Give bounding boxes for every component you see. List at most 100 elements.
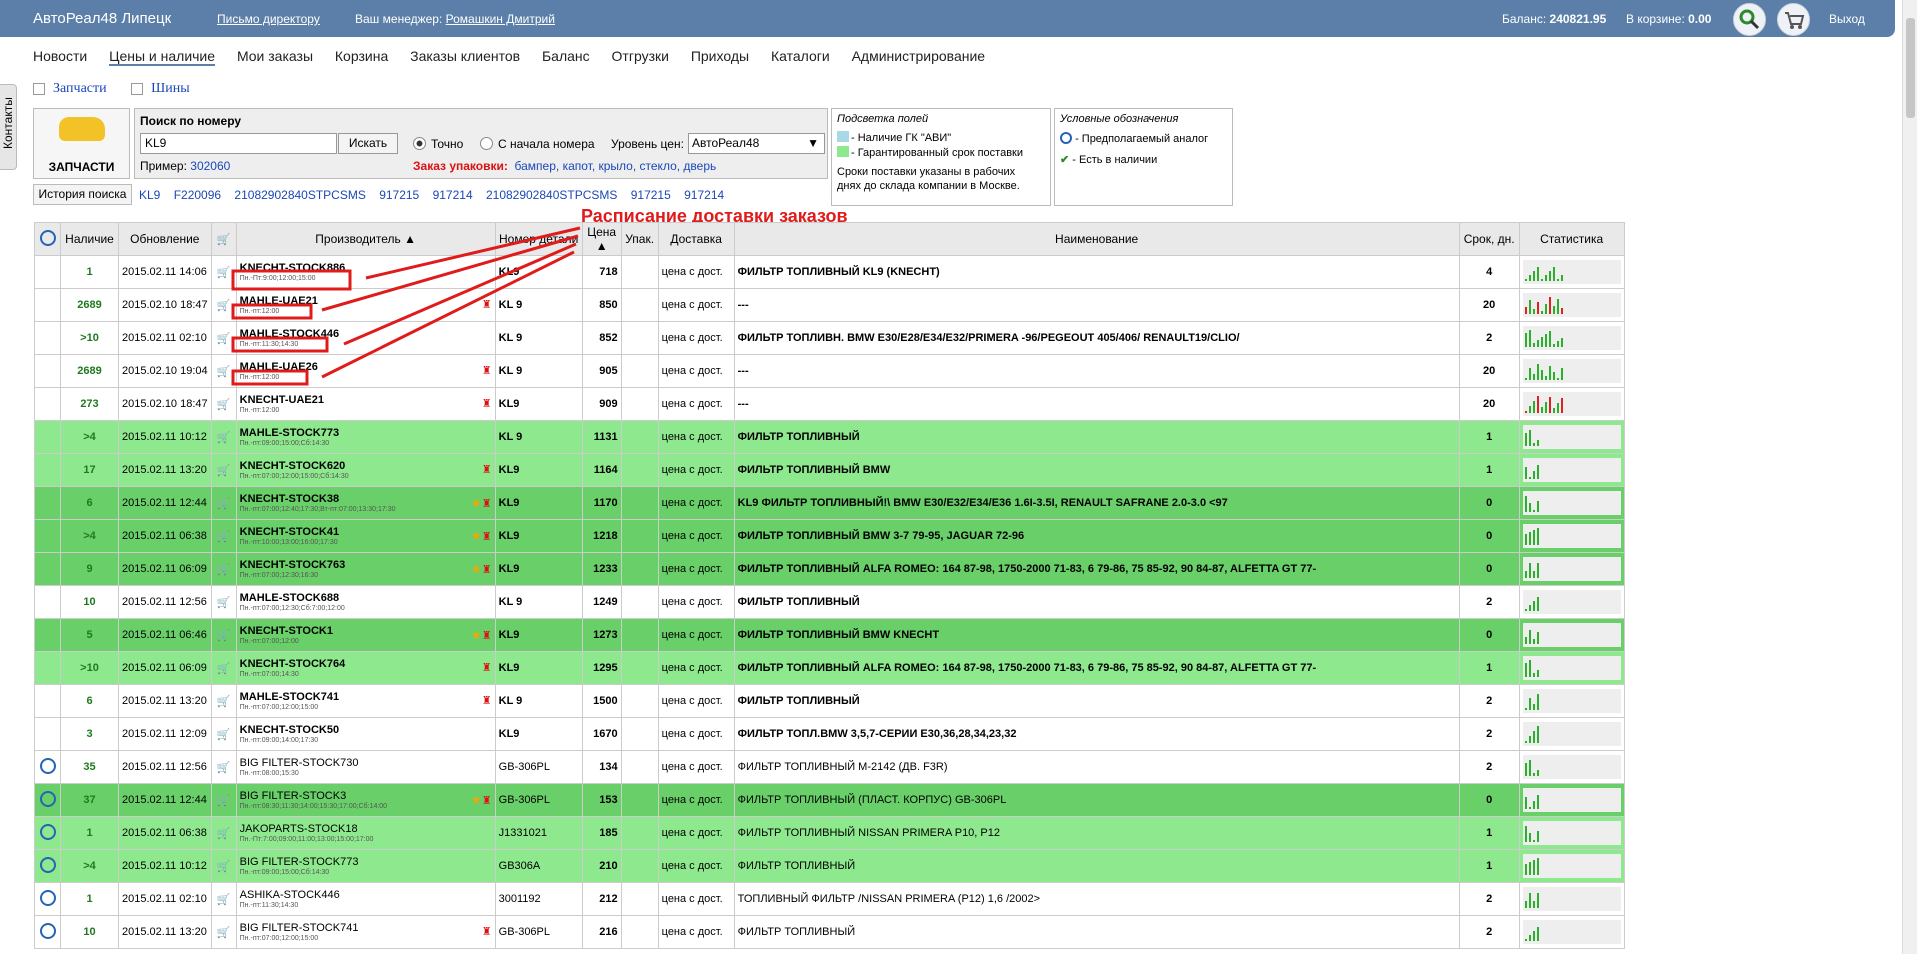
refresh-icon[interactable] (39, 790, 56, 807)
tab-parts[interactable]: Запчасти (53, 81, 107, 96)
cart-icon[interactable] (1777, 3, 1810, 36)
add-to-cart-icon[interactable]: 🛒 (217, 861, 231, 873)
tab-tires[interactable]: Шины (151, 81, 190, 96)
stats-cell[interactable] (1518, 486, 1625, 520)
stats-chart[interactable] (1522, 425, 1621, 449)
add-to-cart-icon[interactable]: 🛒 (217, 498, 231, 510)
cart-cell[interactable]: 🛒 (210, 849, 237, 883)
stats-cell[interactable] (1518, 585, 1625, 619)
table-row[interactable]: 35 2015.02.11 12:56 🛒 BIG FILTER-STOCK730 Пн… (34, 750, 1625, 784)
cart-cell[interactable]: 🛒 (210, 783, 237, 817)
parts-button[interactable]: ЗАПЧАСТИ (33, 108, 130, 179)
table-row[interactable]: 10 2015.02.11 12:56 🛒 MAHLE-STOCK688 Пн.-пт:… (34, 585, 1625, 619)
stats-cell[interactable] (1518, 684, 1625, 718)
add-to-cart-icon[interactable]: 🛒 (217, 828, 231, 840)
add-to-cart-icon[interactable]: 🛒 (217, 762, 231, 774)
refresh-header[interactable] (34, 222, 61, 256)
refresh-icon[interactable] (39, 823, 56, 840)
table-row[interactable]: 1 2015.02.11 02:10 🛒 ASHIKA-STOCK446 Пн.-пт:… (34, 882, 1625, 916)
history-item[interactable]: 917214 (684, 188, 724, 202)
add-to-cart-icon[interactable]: 🛒 (217, 465, 231, 477)
checkbox-icon[interactable] (33, 82, 45, 95)
stats-cell[interactable] (1518, 420, 1625, 454)
stats-chart[interactable] (1522, 557, 1621, 581)
stats-cell[interactable] (1518, 651, 1625, 685)
nav-client-orders[interactable]: Заказы клиентов (410, 48, 520, 64)
col-term[interactable]: Срок, дн. (1458, 222, 1520, 256)
stats-cell[interactable] (1518, 321, 1625, 355)
table-row[interactable]: 9 2015.02.11 06:09 🛒 ★♜ KNECHT-STOCK763 Пн.-п… (34, 552, 1625, 586)
cart-cell[interactable]: 🛒 (210, 618, 237, 652)
history-item[interactable]: 917215 (631, 188, 671, 202)
add-to-cart-icon[interactable]: 🛒 (217, 795, 231, 807)
package-links[interactable]: бампер, капот, крыло, стекло, дверь (515, 159, 717, 173)
refresh-icon[interactable] (39, 922, 56, 939)
col-delivery[interactable]: Доставка (657, 222, 735, 256)
table-row[interactable]: 6 2015.02.11 13:20 🛒 ♜ MAHLE-STOCK741 Пн.-пт:… (34, 684, 1625, 718)
director-letter-link[interactable]: Письмо директору (217, 12, 320, 26)
col-price[interactable]: Цена ▲ (581, 222, 622, 256)
cart-cell[interactable]: 🛒 (210, 288, 237, 322)
col-number[interactable]: Номер детали (494, 222, 583, 256)
stats-chart[interactable] (1522, 788, 1621, 812)
add-to-cart-icon[interactable]: 🛒 (217, 531, 231, 543)
col-stock[interactable]: Наличие (60, 222, 119, 256)
add-to-cart-icon[interactable]: 🛒 (217, 399, 231, 411)
table-row[interactable]: 6 2015.02.11 12:44 🛒 ★♜ KNECHT-STOCK38 Пн.-пт… (34, 486, 1625, 520)
stats-cell[interactable] (1518, 519, 1625, 553)
stats-chart[interactable] (1522, 755, 1621, 779)
cart-cell[interactable]: 🛒 (210, 882, 237, 916)
cart-cell[interactable]: 🛒 (210, 354, 237, 388)
refresh-icon[interactable] (39, 856, 56, 873)
radio-start[interactable]: С начала номера (480, 137, 595, 151)
scrollbar-thumb[interactable] (1906, 18, 1915, 118)
cart-cell[interactable]: 🛒 (210, 915, 237, 949)
nav-balance[interactable]: Баланс (542, 48, 590, 64)
add-to-cart-icon[interactable]: 🛒 (217, 696, 231, 708)
stats-cell[interactable] (1518, 618, 1625, 652)
stats-chart[interactable] (1522, 359, 1621, 383)
search-input[interactable]: KL9 (140, 133, 337, 154)
cart-cell[interactable]: 🛒 (210, 255, 237, 289)
history-item[interactable]: 21082902840STPCSMS (486, 188, 617, 202)
stats-cell[interactable] (1518, 816, 1625, 850)
cart-cell[interactable]: 🛒 (210, 552, 237, 586)
price-level-select[interactable]: АвтоРеал48 ▼ (688, 133, 825, 154)
cart-cell[interactable]: 🛒 (210, 651, 237, 685)
stats-chart[interactable] (1522, 920, 1621, 944)
add-to-cart-icon[interactable]: 🛒 (217, 927, 231, 939)
search-icon[interactable] (1733, 3, 1766, 36)
cart-cell[interactable]: 🛒 (210, 585, 237, 619)
checkbox-icon[interactable] (131, 82, 144, 95)
add-to-cart-icon[interactable]: 🛒 (217, 729, 231, 741)
table-row[interactable]: 17 2015.02.11 13:20 🛒 ♜ KNECHT-STOCK620 Пн.-п… (34, 453, 1625, 487)
table-row[interactable]: 2689 2015.02.10 19:04 🛒 ♜ MAHLE-UAE26 Пн.-пт:… (34, 354, 1625, 388)
table-row[interactable]: 10 2015.02.11 13:20 🛒 ♜ BIG FILTER-STOCK741 П… (34, 915, 1625, 949)
stats-chart[interactable] (1522, 656, 1621, 680)
search-button[interactable]: Искать (338, 133, 398, 154)
col-manufacturer[interactable]: Производитель ▲ (235, 222, 496, 256)
table-row[interactable]: >4 2015.02.11 06:38 🛒 ★♜ KNECHT-STOCK41 Пн.-п… (34, 519, 1625, 553)
table-row[interactable]: 1 2015.02.11 14:06 🛒 KNECHT-STOCK886 Пн.-Пт:… (34, 255, 1625, 289)
nav-receipts[interactable]: Приходы (691, 48, 749, 64)
cart-cell[interactable]: 🛒 (210, 519, 237, 553)
nav-news[interactable]: Новости (33, 48, 87, 64)
stats-cell[interactable] (1518, 288, 1625, 322)
radio-exact[interactable]: Точно (413, 137, 463, 151)
table-row[interactable]: 2689 2015.02.10 18:47 🛒 ♜ MAHLE-UAE21 Пн.-пт:… (34, 288, 1625, 322)
stats-chart[interactable] (1522, 722, 1621, 746)
contacts-tab[interactable]: Контакты (0, 84, 17, 170)
stats-chart[interactable] (1522, 623, 1621, 647)
nav-my-orders[interactable]: Мои заказы (237, 48, 313, 64)
nav-catalogs[interactable]: Каталоги (771, 48, 830, 64)
example-link[interactable]: 302060 (190, 159, 230, 173)
cart-cell[interactable]: 🛒 (210, 453, 237, 487)
table-row[interactable]: 273 2015.02.10 18:47 🛒 ♜ KNECHT-UAE21 Пн.-пт:… (34, 387, 1625, 421)
stats-cell[interactable] (1518, 453, 1625, 487)
stats-chart[interactable] (1522, 326, 1621, 350)
add-to-cart-icon[interactable]: 🛒 (217, 564, 231, 576)
cart-cell[interactable]: 🛒 (210, 486, 237, 520)
add-to-cart-icon[interactable]: 🛒 (217, 597, 231, 609)
stats-chart[interactable] (1522, 458, 1621, 482)
manager-link[interactable]: Ромашкин Дмитрий (446, 12, 555, 26)
